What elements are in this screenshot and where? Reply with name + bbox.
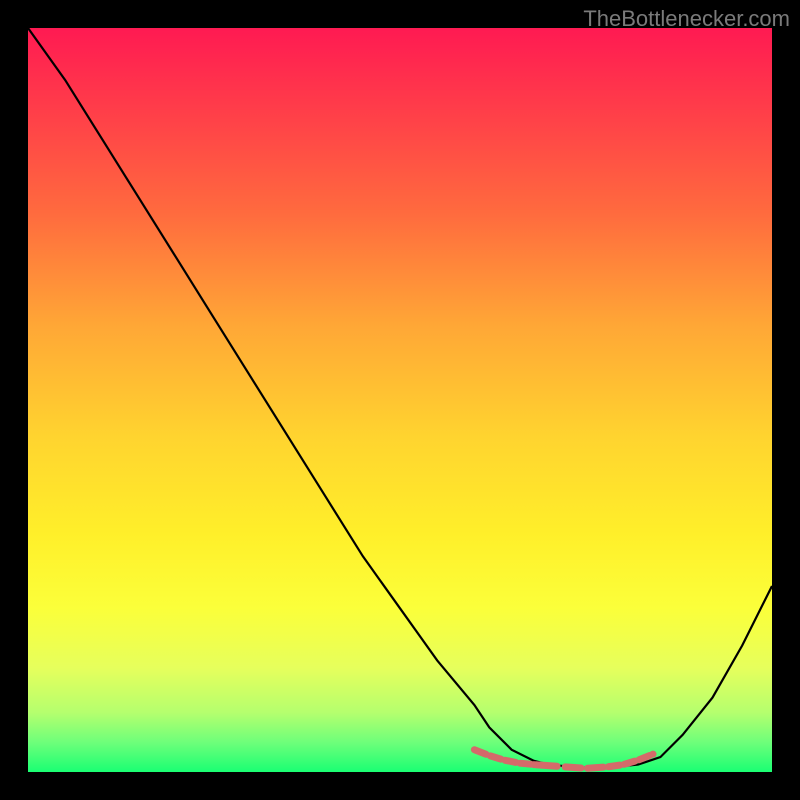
bottleneck-markers xyxy=(471,746,657,770)
chart-frame-bottom xyxy=(0,772,800,800)
chart-frame-right xyxy=(772,0,800,800)
watermark-text: TheBottlenecker.com xyxy=(583,6,790,32)
chart-area xyxy=(28,28,772,772)
chart-curve xyxy=(28,28,772,768)
chart-svg xyxy=(28,28,772,772)
chart-frame-left xyxy=(0,0,28,800)
